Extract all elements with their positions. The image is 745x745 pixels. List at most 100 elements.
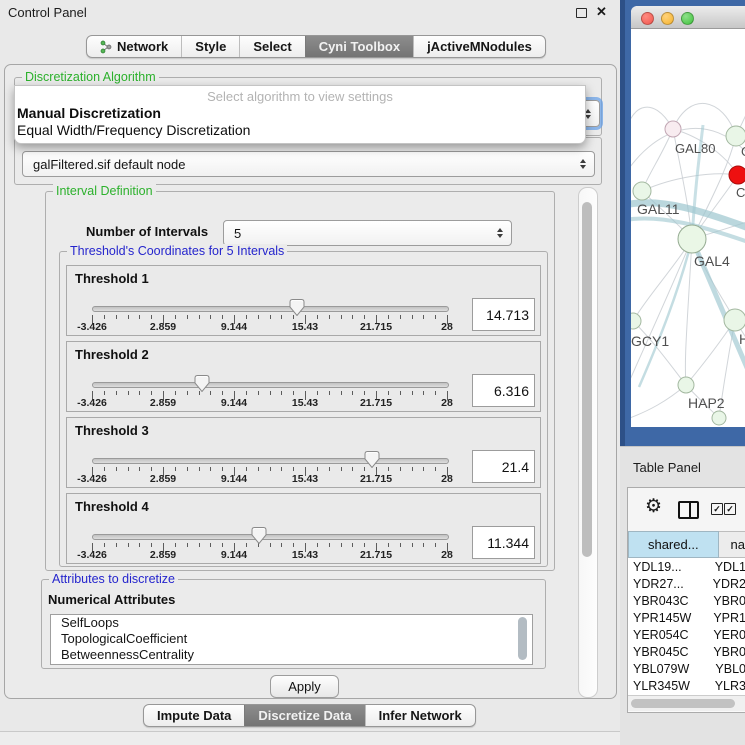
checked-checkbox-icon[interactable]: ✓: [724, 503, 736, 515]
slider-tick: [175, 543, 176, 547]
cell-shared-name: YBR043C: [628, 594, 699, 608]
attribute-list-item[interactable]: TopologicalCoefficient: [51, 631, 532, 647]
network-canvas[interactable]: GAL80GACGAL11GAL4GCY1HHAP2: [631, 29, 745, 427]
slider-tick: [210, 467, 211, 471]
table-row[interactable]: YER054CYER0: [628, 626, 745, 643]
settings-scrollbar-track[interactable]: [578, 187, 598, 698]
slider-tick: [329, 315, 330, 319]
tab-impute-data[interactable]: Impute Data: [144, 705, 244, 726]
float-window-icon[interactable]: [576, 8, 587, 18]
tab-infer-network[interactable]: Infer Network: [365, 705, 475, 726]
slider-tick-label: 2.859: [150, 549, 176, 561]
slider-tick: [151, 543, 152, 547]
tab-select[interactable]: Select: [239, 36, 304, 57]
number-of-intervals-combobox[interactable]: 5: [223, 220, 512, 246]
network-node[interactable]: [726, 126, 745, 146]
slider-tick: [412, 391, 413, 395]
network-edge: [639, 239, 692, 387]
table-data-combobox[interactable]: galFiltered.sif default node: [22, 151, 595, 177]
columns-icon[interactable]: [678, 501, 699, 519]
table-row[interactable]: YDR27...YDR2: [628, 575, 745, 592]
slider-tick: [435, 467, 436, 471]
network-node[interactable]: [729, 166, 745, 184]
minimize-traffic-light[interactable]: [661, 12, 674, 25]
slider-tick: [139, 315, 140, 319]
table-panel-title: Table Panel: [633, 460, 701, 475]
table-hscrollbar-thumb[interactable]: [631, 699, 735, 708]
tab-label: Style: [195, 39, 226, 54]
gear-icon[interactable]: ⚙: [645, 497, 662, 516]
slider-tick: [412, 315, 413, 319]
tab-jactivemnodules[interactable]: jActiveMNodules: [413, 36, 545, 57]
network-window-titlebar[interactable]: [631, 6, 745, 29]
slider-tick: [258, 467, 259, 471]
network-node[interactable]: [665, 121, 681, 137]
tab-discretize-data[interactable]: Discretize Data: [244, 705, 364, 726]
threshold-value-field[interactable]: 6.316: [472, 374, 535, 407]
slider-thumb[interactable]: [251, 527, 266, 544]
control-panel-title: Control Panel: [8, 5, 87, 20]
tab-network[interactable]: Network: [87, 36, 181, 57]
algorithm-hint-item[interactable]: Select algorithm to view settings: [15, 89, 585, 104]
tab-style[interactable]: Style: [181, 36, 239, 57]
threshold-value-field[interactable]: 21.4: [472, 450, 535, 483]
table-row[interactable]: YPR145WYPR1: [628, 609, 745, 626]
close-traffic-light[interactable]: [641, 12, 654, 25]
table-row[interactable]: YLR345WYLR3: [628, 677, 745, 694]
slider-tick: [400, 391, 401, 395]
slider-tick: [293, 543, 294, 547]
network-node[interactable]: [678, 377, 694, 393]
numerical-attributes-list[interactable]: SelfLoopsTopologicalCoefficientBetweenne…: [50, 614, 533, 665]
column-header-shared[interactable]: shared...: [628, 531, 719, 558]
close-icon[interactable]: ✕: [596, 4, 607, 20]
slider-tick: [388, 543, 389, 547]
slider-tick: [435, 543, 436, 547]
table-hscrollbar-track[interactable]: [628, 695, 745, 711]
cell-name: YPR1: [699, 611, 745, 625]
network-node[interactable]: [631, 313, 641, 329]
attributes-list-scrollbar[interactable]: [518, 617, 527, 660]
network-node[interactable]: [633, 182, 651, 200]
zoom-traffic-light[interactable]: [681, 12, 694, 25]
tab-cyni-toolbox[interactable]: Cyni Toolbox: [305, 36, 413, 57]
slider-track[interactable]: [92, 306, 449, 312]
slider-tick: [210, 315, 211, 319]
network-view-frame[interactable]: GAL80GACGAL11GAL4GCY1HHAP2: [620, 0, 745, 446]
slider-tick: [329, 467, 330, 471]
network-node[interactable]: [678, 225, 706, 253]
table-row[interactable]: YDL19...YDL1: [628, 558, 745, 575]
slider-tick: [317, 315, 318, 319]
slider-tick-label: 21.715: [360, 549, 392, 561]
slider-track[interactable]: [92, 534, 449, 540]
network-node-label: C: [736, 185, 745, 200]
apply-button[interactable]: Apply: [270, 675, 339, 698]
threshold-value-field[interactable]: 14.713: [472, 298, 535, 331]
slider-track[interactable]: [92, 458, 449, 464]
checked-checkbox-icon[interactable]: ✓: [711, 503, 723, 515]
slider-thumb[interactable]: [195, 375, 210, 392]
threshold-1-panel: Threshold 1-3.4262.8599.14415.4321.71528…: [66, 265, 541, 336]
threshold-4-panel: Threshold 4-3.4262.8599.14415.4321.71528…: [66, 493, 541, 564]
network-node[interactable]: [724, 309, 745, 331]
table-header-row: shared... na: [628, 531, 745, 558]
attribute-list-item[interactable]: SelfLoops: [51, 615, 532, 631]
algorithm-option-equal-width[interactable]: Equal Width/Frequency Discretization: [17, 122, 250, 138]
table-row[interactable]: YBR043CYBR0: [628, 592, 745, 609]
slider-tick: [187, 391, 188, 395]
table-row[interactable]: YBL079WYBL0: [628, 660, 745, 677]
network-node[interactable]: [712, 411, 726, 425]
slider-thumb[interactable]: [365, 451, 380, 468]
slider-track[interactable]: [92, 382, 449, 388]
settings-scrollbar-thumb[interactable]: [582, 202, 592, 557]
table-row[interactable]: YBR045CYBR0: [628, 643, 745, 660]
attributes-group-title: Attributes to discretize: [49, 572, 178, 586]
tab-label: Network: [117, 39, 168, 54]
slider-tick-label: 28: [441, 473, 453, 485]
network-edge: [631, 239, 692, 391]
column-header-name[interactable]: na: [719, 531, 745, 558]
network-node-label: GAL11: [637, 201, 680, 217]
threshold-value-field[interactable]: 11.344: [472, 526, 535, 559]
algorithm-option-manual[interactable]: Manual Discretization: [17, 105, 161, 121]
slider-thumb[interactable]: [289, 299, 304, 316]
attribute-list-item[interactable]: BetweennessCentrality: [51, 647, 532, 663]
